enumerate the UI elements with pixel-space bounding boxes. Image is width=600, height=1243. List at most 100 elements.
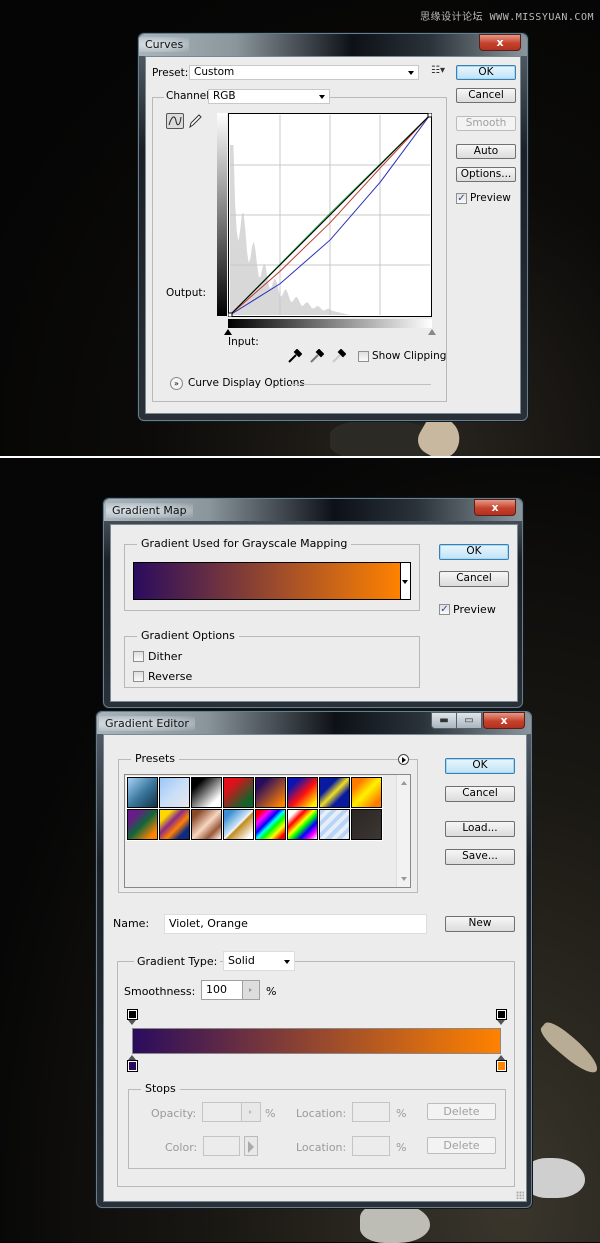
ok-button[interactable]: OK [445, 758, 515, 774]
curve-point-black[interactable] [228, 312, 233, 317]
opacity-stop[interactable] [496, 1009, 507, 1026]
smooth-button[interactable]: Smooth [456, 116, 516, 131]
eyedropper-white[interactable] [332, 348, 347, 366]
scroll-up-icon[interactable] [401, 781, 407, 785]
load-button[interactable]: Load... [445, 821, 515, 837]
preview-checkbox[interactable]: ✓ [439, 604, 450, 615]
smoothness-unit: % [266, 985, 277, 998]
opacity-unit: % [265, 1107, 276, 1120]
preset-options-icon[interactable]: ☷▾ [431, 65, 445, 76]
cancel-button[interactable]: Cancel [445, 786, 515, 802]
checkmark-icon: ✓ [440, 604, 449, 615]
close-button[interactable]: x [474, 499, 516, 516]
preset-swatch-transparent-rainbow[interactable] [287, 809, 318, 840]
chevron-down-icon [402, 580, 408, 584]
curve-point-white[interactable] [427, 113, 432, 118]
gradient-preview[interactable] [133, 562, 401, 600]
smoothness-slider-button[interactable] [242, 980, 260, 1000]
color-swatch[interactable] [203, 1136, 240, 1156]
preset-select[interactable]: Custom [189, 65, 419, 80]
curve-icon [168, 116, 182, 126]
close-button[interactable]: x [483, 712, 525, 729]
resize-grip[interactable] [516, 1191, 524, 1199]
curve-display-options-toggle[interactable]: » [170, 377, 183, 390]
eyedropper-black-icon [288, 348, 303, 363]
title-bar[interactable] [139, 34, 527, 56]
gradient-type-select[interactable]: Solid [223, 951, 295, 971]
color-menu-button[interactable] [244, 1136, 258, 1156]
channel-select[interactable]: RGB [208, 89, 330, 104]
preset-swatch-chrome[interactable] [223, 809, 254, 840]
opacity-slider-button[interactable] [241, 1102, 261, 1122]
presets-scrollbar[interactable] [396, 775, 410, 887]
close-button[interactable]: x [479, 34, 521, 51]
presets-menu-button[interactable] [398, 754, 409, 765]
minimize-button[interactable]: ▬ [431, 712, 457, 729]
preset-swatch-violet-green-orange[interactable] [127, 809, 158, 840]
gradient-dropdown-button[interactable] [400, 562, 411, 600]
name-input[interactable]: Violet, Orange [164, 914, 427, 934]
maximize-button[interactable]: ▭ [456, 712, 482, 729]
white-point-slider[interactable] [428, 329, 436, 335]
dither-checkbox[interactable] [133, 651, 144, 662]
reverse-checkbox[interactable] [133, 671, 144, 682]
eyedropper-white-icon [332, 348, 347, 363]
preset-swatch-dark-gray[interactable] [351, 809, 382, 840]
curve-tool-button[interactable] [166, 113, 184, 129]
delete-opacity-stop-button[interactable]: Delete [427, 1103, 496, 1120]
preset-swatch-violet-orange[interactable] [255, 777, 286, 808]
close-icon: x [496, 36, 504, 49]
delete-color-stop-button[interactable]: Delete [427, 1137, 496, 1154]
gradient-editor-dialog: Gradient Editor ▬ ▭ x Presets OK Cancel … [96, 711, 532, 1208]
chevron-double-down-icon: » [174, 379, 179, 388]
preset-swatch-blue-red-yellow[interactable] [287, 777, 318, 808]
preset-swatch-blue-yellow-blue[interactable] [319, 777, 350, 808]
close-icon: x [500, 714, 508, 727]
new-button[interactable]: New [445, 916, 515, 932]
figure-shoe [360, 1203, 430, 1243]
color-stop[interactable] [496, 1055, 507, 1073]
preset-swatch-black-white[interactable] [191, 777, 222, 808]
preset-swatch-yellow-violet-orange-blue[interactable] [159, 809, 190, 840]
preset-swatch-copper[interactable] [191, 809, 222, 840]
gradient-bar[interactable] [132, 1028, 501, 1054]
preset-swatch-spectrum[interactable] [255, 809, 286, 840]
eyedropper-gray[interactable] [310, 348, 325, 366]
preset-swatch-orange-yellow-orange[interactable] [351, 777, 382, 808]
preset-swatch-foreground-to-transparent[interactable] [159, 777, 190, 808]
input-gradient-bar [228, 319, 432, 328]
options-button[interactable]: Options... [456, 167, 516, 182]
opacity-stops-track[interactable] [126, 1009, 507, 1027]
smoothness-value: 100 [206, 983, 227, 996]
smoothness-input[interactable]: 100 [201, 980, 243, 1000]
color-location-input[interactable] [352, 1136, 390, 1156]
name-value: Violet, Orange [169, 917, 248, 930]
opacity-stop[interactable] [127, 1009, 138, 1026]
opacity-location-input[interactable] [352, 1102, 390, 1122]
color-stops-track[interactable] [126, 1055, 507, 1075]
black-point-slider[interactable] [224, 329, 232, 335]
output-label: Output: [166, 287, 207, 299]
scroll-down-icon[interactable] [401, 877, 407, 881]
preview-checkbox[interactable]: ✓ [456, 193, 467, 204]
eyedropper-black[interactable] [288, 348, 303, 366]
preset-swatch-transparent-stripes[interactable] [319, 809, 350, 840]
preset-swatch-red-green[interactable] [223, 777, 254, 808]
cancel-button[interactable]: Cancel [439, 571, 509, 587]
curve-graph[interactable] [228, 113, 432, 317]
presets-label: Presets [131, 752, 180, 765]
presets-list [124, 774, 411, 888]
ok-button[interactable]: OK [439, 544, 509, 560]
auto-button[interactable]: Auto [456, 144, 516, 159]
play-icon [249, 988, 252, 992]
minimize-icon: ▬ [439, 715, 449, 726]
cancel-button[interactable]: Cancel [456, 88, 516, 103]
save-button[interactable]: Save... [445, 849, 515, 865]
show-clipping-checkbox[interactable] [358, 351, 369, 362]
preset-swatch-foreground-to-background[interactable] [127, 777, 158, 808]
ok-button[interactable]: OK [456, 65, 516, 80]
opacity-input[interactable] [202, 1102, 242, 1122]
play-icon [248, 1141, 254, 1153]
pencil-tool-button[interactable] [188, 113, 202, 129]
color-stop[interactable] [127, 1055, 138, 1073]
